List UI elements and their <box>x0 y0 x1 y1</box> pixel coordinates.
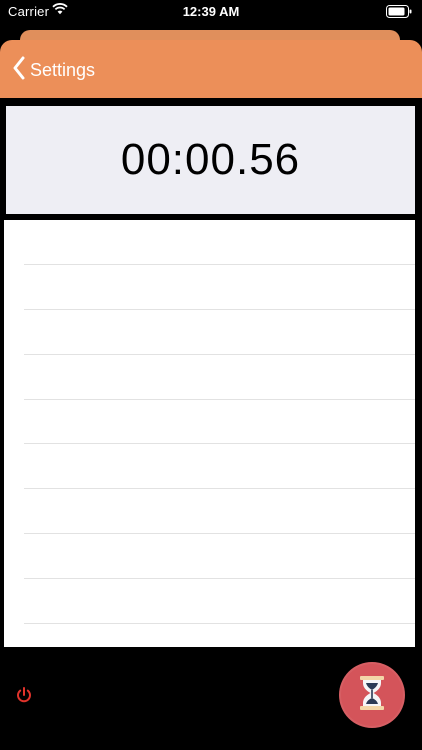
settings-back-button[interactable]: Settings <box>12 56 96 85</box>
list-separator <box>24 533 415 534</box>
list-separator <box>24 443 415 444</box>
hourglass-icon <box>357 675 387 716</box>
back-label: Settings <box>30 59 96 80</box>
start-timer-button[interactable] <box>339 662 405 728</box>
power-icon <box>15 687 33 708</box>
battery-icon <box>386 5 412 21</box>
list-separator <box>24 399 415 400</box>
laps-list[interactable] <box>4 220 415 647</box>
list-separator <box>24 623 415 624</box>
list-separator <box>24 578 415 579</box>
list-separator <box>24 264 415 265</box>
stopwatch-screen: Carrier 12:39 AM Settings 00:00.56 <box>0 0 422 750</box>
timer-panel: 00:00.56 <box>6 106 415 214</box>
list-separator <box>24 354 415 355</box>
chevron-left-icon <box>12 56 26 85</box>
power-button[interactable] <box>15 686 33 704</box>
list-separator <box>24 488 415 489</box>
status-bar: Carrier 12:39 AM <box>0 0 422 24</box>
timer-display: 00:00.56 <box>120 135 301 184</box>
navigation-bar: Settings <box>0 40 422 98</box>
status-time: 12:39 AM <box>182 4 240 19</box>
list-separator <box>24 309 415 310</box>
